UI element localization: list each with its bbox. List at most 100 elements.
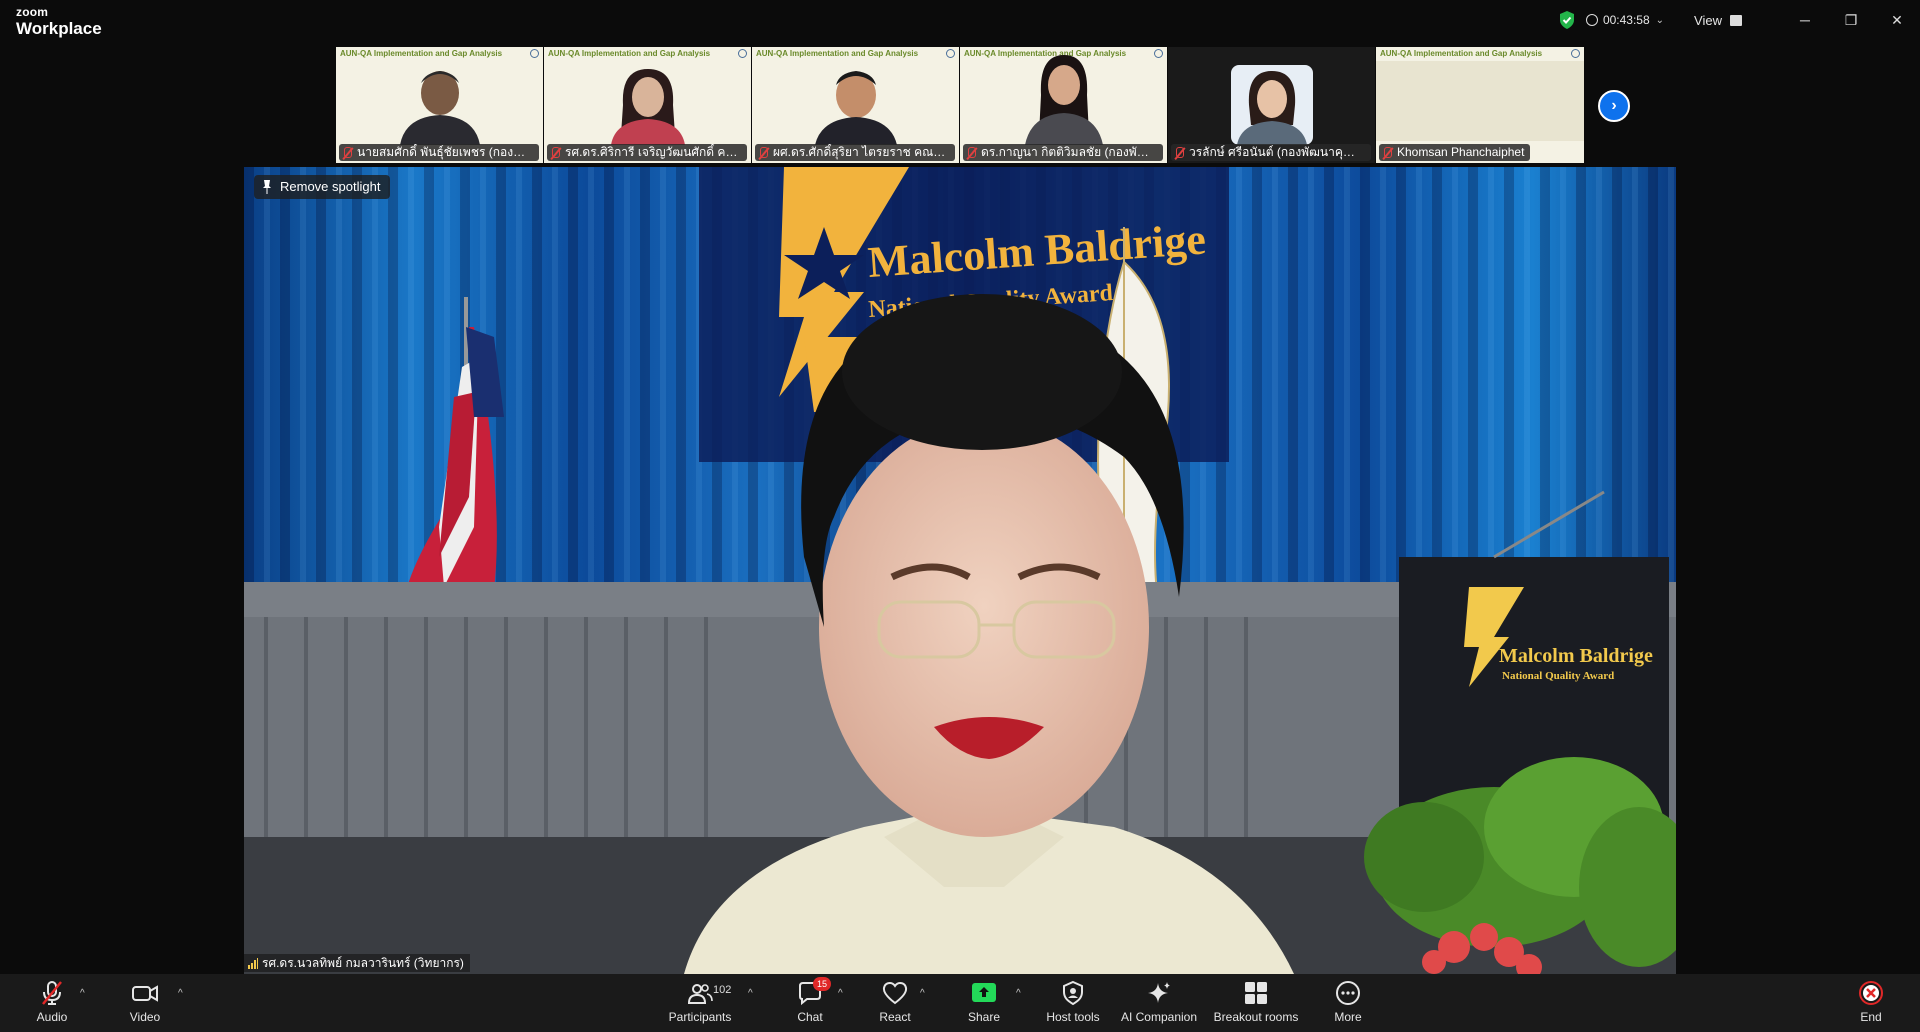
banner-logo-icon (946, 49, 955, 58)
podium-subtitle: National Quality Award (1502, 670, 1614, 682)
tile-banner: AUN-QA Implementation and Gap Analysis (340, 49, 503, 58)
audio-button[interactable]: Audio (7, 980, 97, 1024)
breakout-rooms-icon (1245, 982, 1267, 1004)
host-shield-icon (1063, 980, 1083, 1006)
brand-large: Workplace (16, 19, 102, 38)
react-options-chevron-icon[interactable]: ^ (920, 988, 925, 999)
participant-tile[interactable]: AUN-QA Implementation and Gap Analysis ด… (960, 47, 1167, 163)
banner-logo-icon (1154, 49, 1163, 58)
share-label: Share (967, 1010, 1001, 1024)
share-button[interactable]: Share (939, 980, 1029, 1024)
participant-tile[interactable]: AUN-QA Implementation and Gap Analysis K… (1376, 47, 1584, 163)
share-screen-icon (972, 983, 996, 1002)
react-label: React (879, 1010, 911, 1024)
banner-logo-icon (738, 49, 747, 58)
video-frame: Malcolm Baldrige National Quality Award … (244, 167, 1676, 974)
minimize-button[interactable]: ─ (1782, 0, 1828, 40)
video-camera-icon (132, 985, 158, 1002)
breakout-rooms-label: Breakout rooms (1213, 1010, 1299, 1024)
view-grid-icon (1730, 14, 1742, 26)
chat-unread-badge: 15 (813, 977, 831, 991)
chat-label: Chat (797, 1010, 823, 1024)
react-button[interactable]: React (850, 980, 940, 1024)
timer-text: 00:43:58 (1602, 13, 1650, 27)
mic-muted-icon (760, 147, 768, 158)
close-button[interactable]: ✕ (1874, 0, 1920, 40)
more-dots-icon (1336, 981, 1360, 1005)
remove-spotlight-button[interactable]: Remove spotlight (254, 175, 391, 199)
audio-label: Audio (36, 1010, 68, 1024)
participant-tile[interactable]: AUN-QA Implementation and Gap Analysis ร… (544, 47, 751, 163)
chat-options-chevron-icon[interactable]: ^ (838, 988, 843, 999)
tile-banner: AUN-QA Implementation and Gap Analysis (548, 49, 711, 58)
audio-options-chevron-icon[interactable]: ^ (80, 988, 85, 999)
participant-name: รศ.ดร.ศิริการี เจริญวัฒนศักดิ์ คณะ... (547, 144, 747, 161)
video-button[interactable]: Video (100, 980, 190, 1024)
encryption-shield-icon[interactable] (1558, 10, 1576, 30)
banner-logo-icon (1571, 49, 1580, 58)
host-tools-button[interactable]: Host tools (1028, 980, 1118, 1024)
brand-small: zoom (16, 5, 49, 19)
clock-icon (1585, 14, 1598, 26)
next-page-button[interactable]: › (1598, 90, 1630, 122)
host-tools-label: Host tools (1046, 1010, 1100, 1024)
participant-video (814, 71, 897, 145)
speaker-nameplate: รศ.ดร.นวลทิพย์ กมลวารินทร์ (วิทยากร) (244, 954, 470, 972)
participant-video (610, 69, 685, 145)
participant-avatar (1231, 65, 1313, 145)
sparkle-icon (1148, 982, 1170, 1003)
video-options-chevron-icon[interactable]: ^ (178, 988, 183, 999)
participant-video (1024, 55, 1103, 145)
close-icon: ✕ (1891, 11, 1903, 28)
mic-muted-icon (1176, 147, 1184, 158)
speaker-name-text: รศ.ดร.นวลทิพย์ กมลวารินทร์ (วิทยากร) (262, 956, 464, 970)
participants-icon (687, 984, 713, 1004)
chevron-down-icon: ⌄ (1655, 14, 1665, 26)
spotlight-video[interactable]: Malcolm Baldrige National Quality Award … (244, 167, 1676, 974)
participants-label: Participants (668, 1010, 732, 1024)
share-options-chevron-icon[interactable]: ^ (1016, 988, 1021, 999)
restore-button[interactable]: ❐ (1828, 0, 1874, 40)
banner-logo-icon (530, 49, 539, 58)
chat-button[interactable]: 15 Chat (765, 977, 855, 1024)
mic-muted-icon (1384, 147, 1392, 158)
mic-muted-icon (42, 981, 62, 1005)
pin-icon (263, 180, 271, 194)
zoom-logo: zoom Workplace (16, 6, 102, 37)
ai-companion-label: AI Companion (1120, 1010, 1198, 1024)
end-x-icon (1859, 981, 1883, 1005)
restore-icon: ❐ (1844, 11, 1858, 28)
view-label: View (1694, 12, 1722, 28)
tile-banner: AUN-QA Implementation and Gap Analysis (756, 49, 919, 58)
participant-tile[interactable]: AUN-QA Implementation and Gap Analysis ผ… (752, 47, 959, 163)
end-meeting-button[interactable]: End (1826, 980, 1916, 1024)
participant-video (1376, 61, 1584, 141)
meeting-toolbar: Audio ^ Video ^ 102 Participants ^ 15 Ch… (0, 974, 1920, 1032)
participant-name: นายสมศักดิ์ พันธ์ุชัยเพชร (กองพัฒนา... (339, 144, 539, 161)
spotlight-label: Remove spotlight (280, 179, 381, 194)
more-label: More (1334, 1010, 1362, 1024)
breakout-rooms-button[interactable]: Breakout rooms (1211, 980, 1301, 1024)
ai-companion-button[interactable]: AI Companion (1114, 980, 1204, 1024)
participant-tile[interactable]: AUN-QA Implementation and Gap Analysis น… (336, 47, 543, 163)
participants-button[interactable]: 102 Participants (655, 980, 745, 1024)
participant-name: วรลักษ์ ศรีอนันต์ (กองพัฒนาคุณภ... (1171, 144, 1371, 161)
tile-banner: AUN-QA Implementation and Gap Analysis (1380, 49, 1543, 58)
heart-icon (882, 981, 908, 1005)
minimize-icon: ─ (1800, 12, 1810, 28)
title-bar: zoom Workplace 00:43:58 ⌄ View ─ ❐ ✕ (0, 0, 1920, 44)
participant-name: Khomsan Phanchaiphet (1379, 144, 1531, 161)
mic-muted-icon (968, 147, 976, 158)
mic-muted-icon (552, 147, 560, 158)
participant-video (399, 71, 480, 145)
participants-options-chevron-icon[interactable]: ^ (748, 988, 753, 999)
participant-name: ดร.กาญนา กิตติวิมลชัย (กองพัฒนา... (963, 144, 1163, 161)
participant-name: ผศ.ดร.ศักดิ์สุริยา ไตรยราช คณะบริ... (755, 144, 955, 161)
view-button[interactable]: View (1694, 13, 1742, 28)
more-button[interactable]: More (1303, 980, 1393, 1024)
podium-title: Malcolm Baldrige (1499, 645, 1653, 667)
participant-tile[interactable]: วรลักษ์ ศรีอนันต์ (กองพัฒนาคุณภ... (1168, 47, 1375, 163)
meeting-timer[interactable]: 00:43:58 ⌄ (1585, 13, 1665, 27)
signal-bars-icon (248, 958, 258, 969)
participant-strip: AUN-QA Implementation and Gap Analysis น… (336, 47, 1585, 163)
